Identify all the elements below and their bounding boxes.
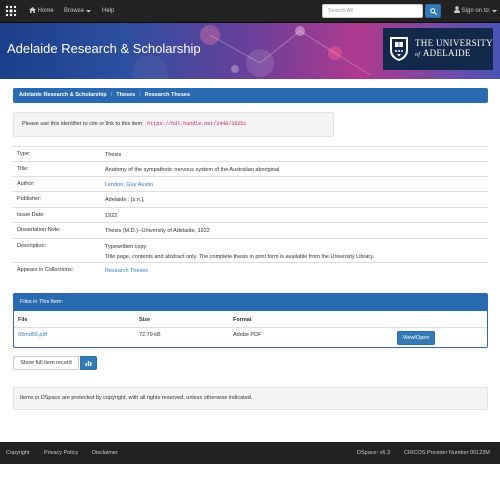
metadata-label: Publisher: xyxy=(17,196,42,202)
metadata-row-title: Title: Anatomy of the sympathetic nervou… xyxy=(13,161,488,176)
statistics-button[interactable] xyxy=(80,356,97,370)
nav-browse-label: Browse xyxy=(64,8,85,14)
dspace-logo-icon[interactable] xyxy=(5,5,17,17)
files-column-header: Format xyxy=(233,317,252,323)
footer-cricos-number: CRICOS Provider Number 00123M xyxy=(404,450,490,456)
citation-handle-link[interactable]: https://hdl.handle.net/2440/38251 xyxy=(145,120,249,128)
nav-home-link[interactable]: Home xyxy=(29,0,54,23)
description-line-2: Title page, contents and abstract only. … xyxy=(105,253,375,260)
metadata-label: Dissertation Note: xyxy=(17,227,61,233)
metadata-row-collections: Appears in Collections: Research Theses xyxy=(13,262,488,278)
footer-copyright-link[interactable]: Copyright xyxy=(6,442,30,464)
show-full-record-button[interactable]: Show full item record xyxy=(13,356,79,370)
collection-link[interactable]: Research Theses xyxy=(105,267,148,277)
breadcrumb-item-theses[interactable]: Theses xyxy=(116,92,135,98)
user-icon xyxy=(454,6,460,13)
sign-on-label: Sign on to: xyxy=(461,8,491,14)
search-icon xyxy=(429,7,437,15)
metadata-value: Thesis xyxy=(105,152,122,158)
metadata-value: Anatomy of the sympathetic nervous syste… xyxy=(105,167,280,173)
metadata-value: 1922 xyxy=(105,213,118,219)
metadata-label: Appears in Collections: xyxy=(17,267,74,273)
files-column-header: File xyxy=(18,317,28,323)
metadata-row-dissertation-note: Dissertation Note: Thesis (M.D.)--Univer… xyxy=(13,222,488,237)
logo-adelaide-word: ADELAIDE xyxy=(422,48,471,58)
page-footer: Copyright Privacy Policy Disclaimer DSpa… xyxy=(0,442,500,464)
university-logo-wordmark: THE UNIVERSITY of ADELAIDE xyxy=(415,38,493,60)
citation-identifier-box: Please use this identifier to cite or li… xyxy=(13,112,334,137)
files-panel: Files in This Item: File Size Format 09m… xyxy=(13,293,488,348)
banner-title: Adelaide Research & Scholarship xyxy=(7,41,201,56)
metadata-row-description: Description: Typewritten copy Title page… xyxy=(13,238,488,262)
nav-help-link[interactable]: Help xyxy=(102,0,114,23)
metadata-value: Adelaide : [s.n.], xyxy=(105,197,145,203)
metadata-label: Type: xyxy=(17,151,31,157)
file-name-link[interactable]: 09md56.pdf xyxy=(18,332,47,338)
logo-of-word: of xyxy=(415,52,421,58)
footer-dspace-version[interactable]: DSpace: v6.3 xyxy=(357,442,390,464)
breadcrumb-separator: / xyxy=(110,92,113,98)
university-crest-icon xyxy=(390,37,408,61)
description-line-1: Typewritten copy xyxy=(105,244,147,250)
metadata-row-publisher: Publisher: Adelaide : [s.n.], xyxy=(13,191,488,206)
breadcrumb-separator: / xyxy=(139,92,141,98)
metadata-label: Author: xyxy=(17,181,35,187)
files-panel-heading: Files in This Item: xyxy=(14,294,487,311)
top-navbar: Home Browse Help Sign on to: xyxy=(0,0,500,23)
file-size: 72.79 kB xyxy=(139,332,161,338)
breadcrumb: Adelaide Research & Scholarship / Theses / R… xyxy=(13,88,488,103)
chevron-down-icon xyxy=(492,10,498,13)
footer-disclaimer-link[interactable]: Disclaimer xyxy=(92,442,118,464)
metadata-label: Title: xyxy=(17,166,29,172)
metadata-row-author: Author: Lendon, Guy Austin xyxy=(13,176,488,191)
view-open-button[interactable]: View/Open xyxy=(397,331,435,345)
metadata-value: Typewritten copy Title page, contents an… xyxy=(105,243,374,262)
sign-on-dropdown[interactable]: Sign on to: xyxy=(454,0,498,23)
metadata-row-issue-date: Issue Date: 1922 xyxy=(13,207,488,222)
breadcrumb-item-repository[interactable]: Adelaide Research & Scholarship xyxy=(19,92,107,98)
bar-chart-icon xyxy=(85,361,92,366)
footer-privacy-link[interactable]: Privacy Policy xyxy=(44,442,78,464)
nav-browse-dropdown[interactable]: Browse xyxy=(64,0,91,23)
nav-help-label: Help xyxy=(102,8,115,14)
logo-line-2: of ADELAIDE xyxy=(415,48,493,60)
file-format: Adobe PDF xyxy=(233,332,262,338)
files-row-divider xyxy=(14,327,487,328)
nav-home-label: Home xyxy=(37,8,54,14)
metadata-label: Description: xyxy=(17,243,47,249)
metadata-label: Issue Date: xyxy=(17,212,45,218)
author-link[interactable]: Lendon, Guy Austin xyxy=(105,181,153,191)
search-input[interactable] xyxy=(322,4,423,18)
university-logo[interactable]: THE UNIVERSITY of ADELAIDE xyxy=(383,28,493,70)
logo-line-1: THE UNIVERSITY xyxy=(415,38,493,48)
site-banner: Adelaide Research & Scholarship THE UNIV… xyxy=(0,23,500,79)
copyright-notice: Items in DSpace are protected by copyrig… xyxy=(13,387,488,410)
search-button[interactable] xyxy=(425,4,441,18)
chevron-down-icon xyxy=(85,10,91,13)
metadata-value: Thesis (M.D.)--University of Adelaide, 1… xyxy=(105,228,210,234)
home-icon xyxy=(29,7,36,13)
files-column-header: Size xyxy=(139,317,151,323)
metadata-row-type: Type: Thesis xyxy=(13,146,488,161)
citation-instruction: Please use this identifier to cite or li… xyxy=(22,121,144,127)
breadcrumb-item-research-theses[interactable]: Research Theses xyxy=(145,92,190,98)
